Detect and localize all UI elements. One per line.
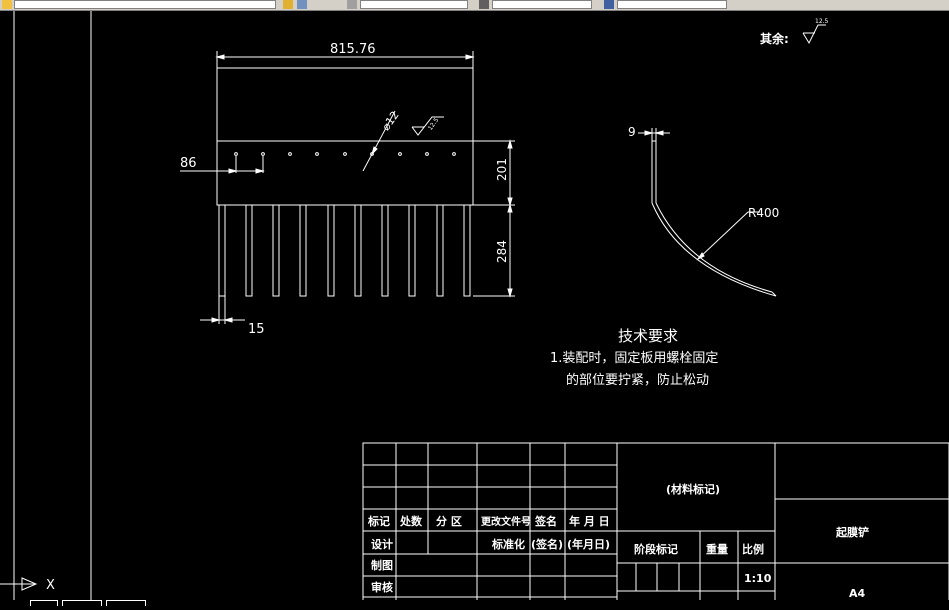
tab-model[interactable] bbox=[30, 600, 58, 606]
tech-title: 技术要求 bbox=[618, 327, 678, 345]
plate-height-text: 201 bbox=[495, 158, 509, 181]
radius-leader bbox=[697, 211, 749, 260]
layer-state-icon[interactable] bbox=[297, 0, 307, 9]
header-mark: 标记 bbox=[367, 514, 390, 528]
date-paren: (年月日) bbox=[567, 537, 610, 551]
ucs-x-label: X bbox=[46, 578, 55, 593]
scale-value: 1:10 bbox=[744, 572, 772, 585]
radius-text: R400 bbox=[748, 206, 779, 220]
sign-paren: (签名) bbox=[531, 537, 563, 551]
part-name: 起膜铲 bbox=[835, 525, 869, 539]
hole-diameter-text: ⌀12 bbox=[379, 109, 401, 133]
rod-height-text: 284 bbox=[495, 240, 509, 263]
color-dropdown[interactable] bbox=[360, 0, 468, 9]
header-zone: 分 区 bbox=[436, 514, 462, 528]
linetype-icon[interactable] bbox=[479, 0, 489, 9]
header-change-doc: 更改文件号 bbox=[481, 515, 531, 528]
header-signature: 签名 bbox=[534, 514, 557, 528]
material-mark: (材料标记) bbox=[666, 482, 720, 496]
lineweight-dropdown[interactable] bbox=[617, 0, 727, 9]
tab-layout1[interactable] bbox=[62, 600, 102, 606]
layer-dropdown[interactable] bbox=[14, 0, 276, 9]
drawing-canvas[interactable]: 815.76 86 ⌀12 12.5 201 284 15 9 R400 其余:… bbox=[0, 11, 949, 607]
left-dimension-text: 86 bbox=[180, 156, 197, 171]
layout-tabs bbox=[0, 600, 949, 606]
lineweight-icon[interactable] bbox=[604, 0, 614, 9]
rods bbox=[218, 204, 471, 297]
rod-width-text: 15 bbox=[248, 322, 265, 337]
tech-line-2: 的部位要拧紧，防止松动 bbox=[566, 372, 709, 388]
cad-drawing: 815.76 86 ⌀12 12.5 201 284 15 9 R400 其余:… bbox=[0, 11, 949, 607]
sheet-size: A4 bbox=[849, 587, 866, 600]
color-icon[interactable] bbox=[347, 0, 357, 9]
top-toolbar bbox=[0, 0, 949, 11]
weight-label: 重量 bbox=[706, 542, 728, 556]
tech-line-1: 1.装配时，固定板用螺栓固定 bbox=[550, 351, 718, 366]
top-dimension-text: 815.76 bbox=[330, 42, 376, 57]
tab-layout2[interactable] bbox=[106, 600, 146, 606]
roughness-small-text: 12.5 bbox=[427, 117, 441, 132]
roughness-top-text: 12.5 bbox=[815, 18, 829, 25]
design-label: 设计 bbox=[371, 537, 393, 551]
scale-label: 比例 bbox=[742, 542, 764, 556]
header-count: 处数 bbox=[399, 514, 423, 528]
folder-icon[interactable] bbox=[2, 0, 12, 9]
drafting-label: 制图 bbox=[371, 558, 393, 572]
holes bbox=[234, 152, 456, 156]
remaining-label: 其余: bbox=[760, 31, 789, 46]
linetype-dropdown[interactable] bbox=[492, 0, 592, 9]
stage-label: 阶段标记 bbox=[634, 542, 678, 556]
plate-outline bbox=[216, 67, 474, 206]
review-label: 审核 bbox=[371, 580, 393, 594]
layer-tools-icon[interactable] bbox=[283, 0, 293, 9]
standardize-label: 标准化 bbox=[491, 537, 525, 551]
header-date: 年 月 日 bbox=[569, 514, 610, 528]
thickness-text: 9 bbox=[628, 125, 636, 139]
